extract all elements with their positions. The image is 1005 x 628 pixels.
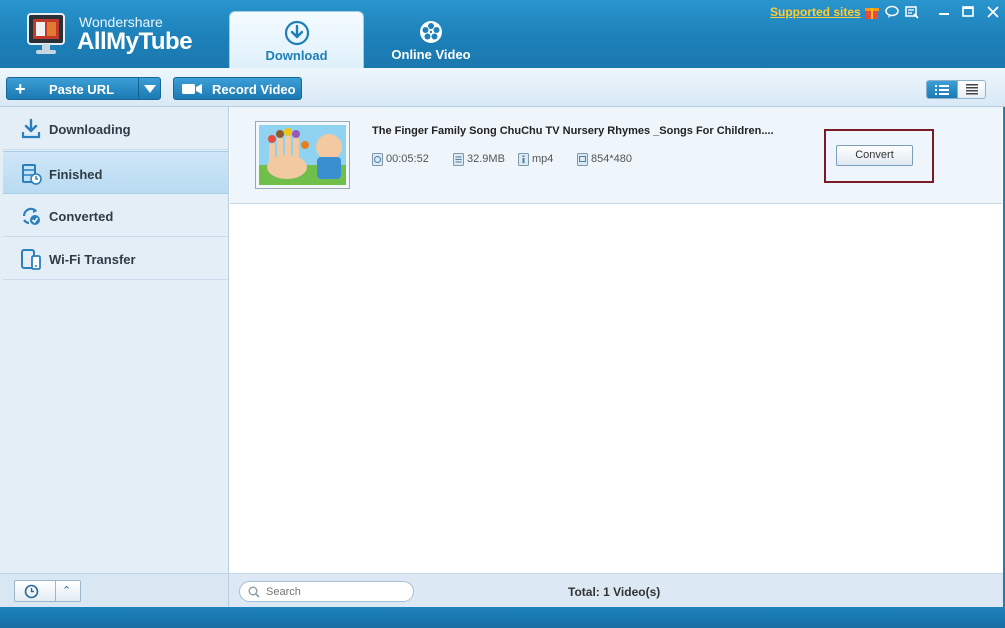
refresh-check-icon — [22, 207, 40, 225]
sidebar-item-label: Wi-Fi Transfer — [49, 252, 136, 267]
resolution-value: 854*480 — [591, 153, 632, 165]
detail-list-icon — [935, 85, 949, 95]
resolution-icon — [577, 153, 588, 166]
compact-view-button[interactable] — [957, 81, 985, 98]
plus-icon: + — [15, 79, 26, 99]
sidebar-item-label: Converted — [49, 209, 114, 224]
title-bar: Wondershare AllMyTube Download Online Vi… — [0, 0, 1005, 68]
devices-icon — [21, 249, 41, 270]
feedback-icon[interactable] — [904, 4, 920, 20]
sidebar-footer: ⌃ — [0, 573, 228, 607]
sidebar-item-label: Downloading — [49, 122, 131, 137]
detail-view-button[interactable] — [927, 81, 957, 98]
compact-list-icon — [966, 84, 978, 95]
sidebar-item-downloading[interactable]: Downloading — [3, 107, 228, 150]
video-camera-icon — [182, 84, 202, 94]
tab-download-label: Download — [265, 48, 328, 63]
sidebar-item-finished[interactable]: Finished — [3, 151, 228, 194]
chevron-down-icon[interactable] — [144, 85, 156, 93]
clock-icon — [372, 153, 383, 166]
gift-icon[interactable] — [864, 4, 880, 20]
tab-download[interactable]: Download — [229, 11, 364, 68]
info-icon — [518, 153, 529, 166]
close-icon[interactable] — [985, 4, 1001, 20]
button-divider — [138, 78, 139, 99]
video-title: The Finger Family Song ChuChu TV Nursery… — [372, 125, 774, 137]
sidebar: Downloading Finished Converted Wi-Fi Tra… — [0, 107, 229, 607]
download-arrow-icon — [21, 118, 41, 139]
video-thumbnail[interactable] — [255, 121, 350, 189]
download-icon — [284, 20, 309, 46]
sidebar-item-wifi-transfer[interactable]: Wi-Fi Transfer — [3, 237, 228, 280]
paste-url-button[interactable]: + Paste URL — [6, 77, 161, 100]
record-video-button[interactable]: Record Video — [173, 77, 302, 100]
view-toggle — [926, 80, 986, 99]
duration-value: 00:05:52 — [386, 153, 429, 165]
sidebar-item-converted[interactable]: Converted — [3, 194, 228, 237]
sidebar-item-label: Finished — [49, 167, 103, 182]
search-icon — [248, 586, 260, 598]
tab-online-video-label: Online Video — [391, 47, 471, 62]
tab-online-video[interactable]: Online Video — [364, 11, 498, 68]
film-reel-icon — [420, 21, 442, 43]
app-logo-icon — [27, 13, 65, 54]
status-bar: Total: 1 Video(s) — [229, 573, 1003, 607]
maximize-icon[interactable] — [960, 4, 976, 20]
chat-icon[interactable] — [884, 4, 900, 20]
search-box — [239, 581, 414, 602]
window-bottom-bar — [0, 607, 1005, 628]
search-input[interactable] — [266, 584, 406, 599]
convert-button[interactable]: Convert — [836, 145, 913, 166]
button-divider — [55, 581, 56, 601]
size-value: 32.9MB — [467, 153, 505, 165]
minimize-icon[interactable] — [936, 4, 952, 20]
total-count: Total: 1 Video(s) — [568, 585, 661, 599]
list-item[interactable]: The Finger Family Song ChuChu TV Nursery… — [230, 107, 1002, 204]
file-size-icon — [453, 153, 464, 166]
brand-product: AllMyTube — [77, 28, 193, 55]
format-value: mp4 — [532, 153, 554, 165]
record-video-label: Record Video — [212, 82, 296, 97]
schedule-button[interactable]: ⌃ — [14, 580, 81, 602]
app-window: Wondershare AllMyTube Download Online Vi… — [0, 0, 1005, 628]
video-list: The Finger Family Song ChuChu TV Nursery… — [229, 107, 1003, 573]
video-thumbnail-image — [259, 125, 346, 185]
chevron-up-icon[interactable]: ⌃ — [62, 584, 71, 597]
supported-sites-link[interactable]: Supported sites — [770, 5, 861, 19]
clock-icon — [24, 584, 39, 599]
toolbar: + Paste URL Record Video — [0, 68, 1005, 107]
film-clock-icon — [22, 164, 42, 185]
paste-url-label: Paste URL — [49, 82, 115, 97]
